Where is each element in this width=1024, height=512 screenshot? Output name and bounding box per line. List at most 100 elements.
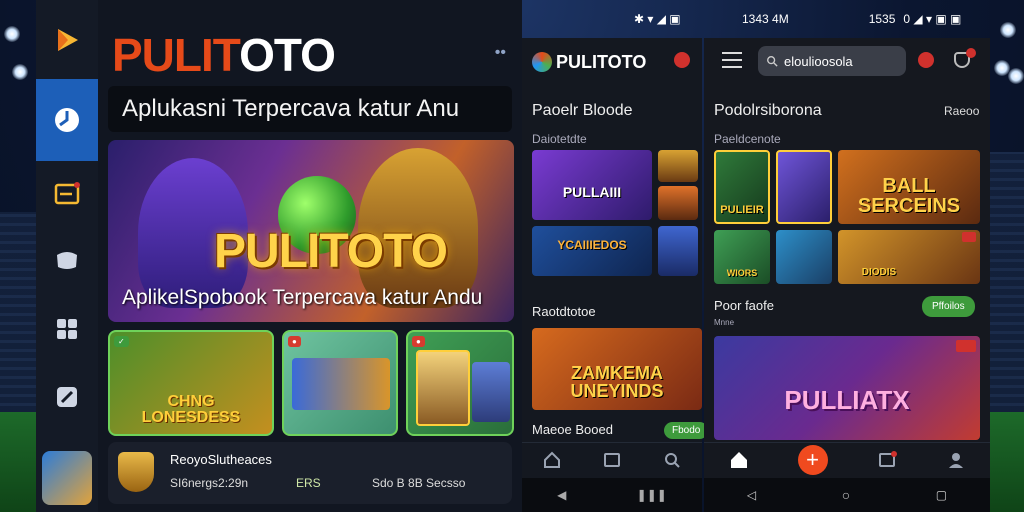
wallet-icon <box>54 182 80 205</box>
recents-icon[interactable]: ▢ <box>936 488 947 502</box>
section-subtitle: Mnne <box>714 318 735 327</box>
game-tile[interactable]: PULLAIII <box>532 150 652 220</box>
system-nav-bar: ◁ ○ ▢ <box>704 478 990 512</box>
search-icon <box>767 56 778 67</box>
status-icons: 0 ◢ ▾ ▣ ▣ <box>903 12 962 26</box>
game-tile[interactable] <box>776 150 832 224</box>
tile-art <box>416 350 470 426</box>
promo-card[interactable]: ReoyoSlutheaces SI6nergs2:29n ERS Sdo B … <box>108 442 512 504</box>
sidebar-item-play[interactable] <box>36 0 98 79</box>
sidebar-item-chat[interactable] <box>36 228 98 295</box>
game-tile[interactable]: WIORS <box>714 230 770 284</box>
sidebar-item-wallet[interactable] <box>36 161 98 228</box>
tile-label-line1: CHNG <box>167 393 215 410</box>
sidebar-item-games[interactable] <box>36 296 98 363</box>
promo-line: SI6nergs2:29n <box>170 476 249 490</box>
sidebar-item-edit[interactable] <box>36 363 98 430</box>
sidebar-item-home[interactable] <box>36 79 98 161</box>
stadium-light <box>12 64 28 80</box>
edit-icon <box>57 386 77 407</box>
section-title: Paoelr Bloode <box>532 102 633 119</box>
section-title: Podolrsiborona <box>714 102 822 119</box>
tile-badge <box>956 340 976 352</box>
puzzle-icon <box>57 319 77 340</box>
tile-badge: ● <box>412 336 425 347</box>
game-title: ZAMKEMA UNEYINDS <box>532 364 702 400</box>
ball-icon <box>55 108 79 133</box>
tagline-banner: Aplukasni Terpercava katur Anu <box>108 86 512 132</box>
game-tile[interactable] <box>776 230 832 284</box>
more-options-icon[interactable]: •• <box>495 44 506 62</box>
search-icon[interactable] <box>662 450 682 470</box>
game-title: PULLIATX <box>784 385 910 415</box>
phone-mid: PULITOTO Paoelr Bloode Daiotetdte PULLAI… <box>522 38 709 512</box>
main-panel: PULITOTO •• Aplukasni Terpercava katur A… <box>98 0 522 512</box>
tile-label-line2: LONESDESS <box>141 409 241 426</box>
menu-icon[interactable] <box>722 52 742 68</box>
game-tile[interactable]: DIODIS <box>838 230 980 284</box>
stadium-crowd <box>990 152 1024 412</box>
game-tile[interactable]: BALL SERCEINS <box>838 150 980 224</box>
clock-right: 1535 <box>868 12 896 26</box>
profile-icon[interactable] <box>946 450 966 470</box>
game-tile[interactable]: ✓ CHNG LONESDESS <box>108 330 274 436</box>
section-subtitle: Daiotetdte <box>532 132 587 146</box>
stadium-grass <box>0 412 36 512</box>
view-more-pill[interactable]: Fbodo <box>664 422 709 439</box>
home-circle-icon[interactable]: ○ <box>842 487 850 503</box>
game-title-line2: SERCEINS <box>857 195 961 217</box>
search-input[interactable] <box>784 53 894 69</box>
tile-badge: ✓ <box>114 336 129 347</box>
game-tile[interactable] <box>658 186 698 220</box>
search-bar[interactable] <box>758 46 906 76</box>
notification-badge <box>966 48 976 58</box>
tile-badge <box>962 232 976 242</box>
section-title: Poor faofe <box>714 298 774 313</box>
tile-art <box>292 358 390 410</box>
hero-banner[interactable]: PULITOTO AplikelSpobook Terpercava katur… <box>108 140 514 322</box>
stadium-grass <box>990 412 1024 512</box>
game-tile[interactable]: PULIEIR <box>714 150 770 224</box>
status-icons: ✱ ▾ ◢ ▣ <box>634 12 681 26</box>
bottom-nav <box>522 442 702 476</box>
tile-badge: ● <box>288 336 301 347</box>
stadium-crowd <box>0 212 36 412</box>
game-tile[interactable]: ● <box>282 330 398 436</box>
game-tile[interactable] <box>658 226 698 276</box>
section-subtitle: Paeldcenote <box>714 132 781 146</box>
recents-icon[interactable]: ❚❚❚ <box>637 488 667 502</box>
sidebar-item-avatar[interactable] <box>36 445 98 512</box>
wallet-icon[interactable] <box>602 450 622 470</box>
phone-right: Podolrsiborona Raeoo Paeldcenote PULIEIR… <box>704 38 990 512</box>
status-bar-right: 1343 4M 1535 0 ◢ ▾ ▣ ▣ <box>742 0 992 38</box>
notification-icon[interactable] <box>674 52 690 68</box>
game-tiles-row: ✓ CHNG LONESDESS ● ● <box>108 330 514 436</box>
add-button[interactable]: + <box>797 444 828 475</box>
game-tile[interactable]: YCAIIIEDOS <box>532 226 652 276</box>
back-icon[interactable]: ◁ <box>747 488 756 502</box>
game-title-line2: UNEYINDS <box>570 381 664 401</box>
brand-logo: PULITOTO <box>112 28 336 82</box>
gift-icon[interactable] <box>918 52 934 68</box>
brand-letter-o: O <box>239 29 275 81</box>
home-icon[interactable] <box>729 450 749 470</box>
game-title: PULLAIII <box>562 184 622 200</box>
view-more-pill[interactable]: Pffoilos <box>922 296 975 317</box>
game-tile[interactable]: ZAMKEMA UNEYINDS <box>532 328 702 410</box>
chat-icon <box>57 251 77 269</box>
game-tile[interactable]: ● <box>406 330 514 436</box>
promo-tag: ERS <box>296 476 321 490</box>
wallet-icon[interactable] <box>877 450 897 470</box>
game-tile[interactable] <box>658 150 698 182</box>
game-title: WIORS <box>726 268 758 278</box>
hero-caption: AplikelSpobook Terpercava katur Andu <box>122 286 483 309</box>
back-icon[interactable]: ◀ <box>557 488 566 502</box>
hero-logo: PULITOTO <box>214 225 448 278</box>
section-action[interactable]: Raeoo <box>944 104 979 118</box>
menu-icon-bar <box>722 59 742 61</box>
phone-brand-text: PULITOTO <box>556 52 647 72</box>
game-tile[interactable]: PULLIATX <box>714 336 980 440</box>
tile-label: CHNG LONESDESS <box>110 394 272 426</box>
home-icon[interactable] <box>542 450 562 470</box>
game-title-line1: ZAMKEMA <box>571 363 663 383</box>
